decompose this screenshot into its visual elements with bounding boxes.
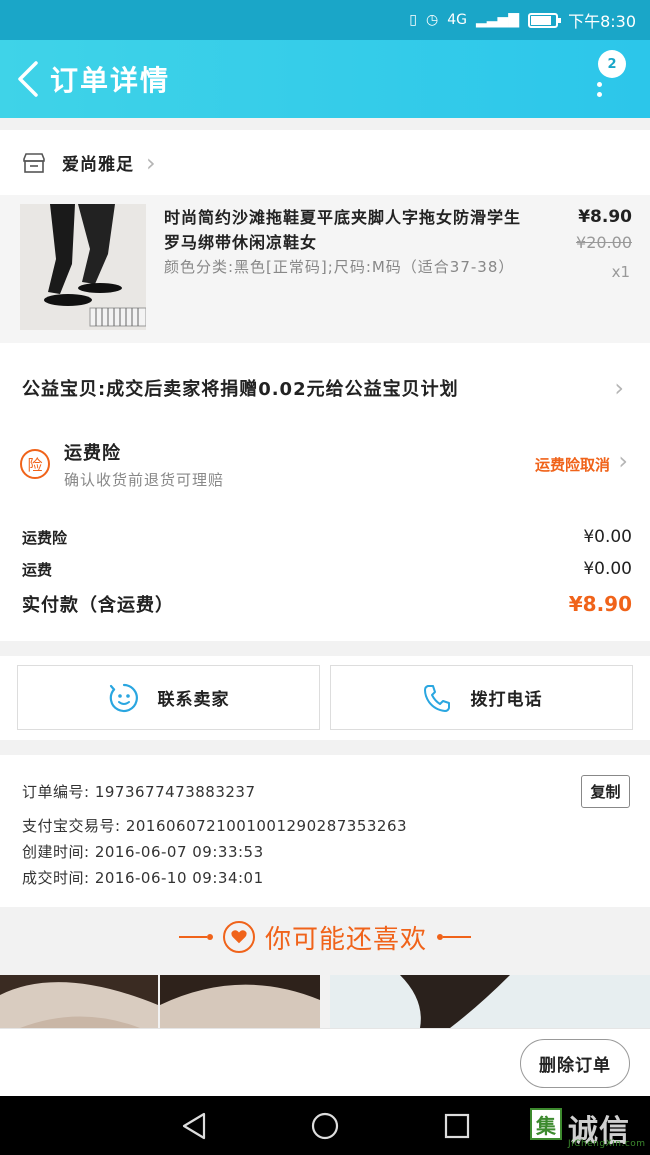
chat-face-icon [109, 683, 138, 712]
back-icon[interactable] [8, 59, 48, 99]
watermark: 集 诚信 JiChengXin.com [530, 1102, 648, 1150]
recommend-header: 你可能还喜欢 [0, 907, 650, 967]
system-nav-bar: 集 诚信 JiChengXin.com [0, 1096, 650, 1155]
recommend-item-image[interactable] [330, 975, 650, 1028]
notification-badge: 2 [598, 50, 626, 78]
divider-left [178, 934, 213, 940]
recommend-item-image[interactable] [160, 975, 320, 1028]
status-bar: ▯ ◷ 4G ▂▃▅▇ 下午8:30 [0, 0, 650, 40]
product-image [20, 204, 146, 330]
total-value: ¥8.90 [568, 592, 632, 616]
completed-time: 成交时间: 2016-06-10 09:34:01 [22, 869, 264, 887]
insurance-title: 运费险 [64, 443, 121, 464]
alarm-icon: ◷ [426, 12, 439, 28]
more-menu-button[interactable]: 2 [596, 48, 626, 110]
product-price: ¥8.90 [578, 207, 632, 227]
fee-row-insurance: 运费险 ¥0.00 [22, 527, 632, 548]
chevron-right-icon: › [146, 148, 156, 177]
product-item[interactable]: 时尚简约沙滩拖鞋夏平底夹脚人字拖女防滑学生罗马绑带休闲凉鞋女 颜色分类:黑色[正… [0, 195, 650, 343]
bottom-bar: 删除订单 [0, 1028, 650, 1096]
alipay-number: 支付宝交易号: 2016060721001001290287353263 [22, 817, 408, 835]
call-phone-label: 拨打电话 [470, 690, 543, 710]
chevron-right-icon: › [614, 374, 624, 402]
nav-recents-icon[interactable] [441, 1110, 473, 1142]
divider-right [437, 934, 471, 940]
clock: 下午8:30 [568, 12, 636, 31]
fee-label: 运费 [22, 561, 53, 579]
phone-icon [423, 684, 450, 712]
order-summary: 公益宝贝:成交后卖家将捐赠0.02元给公益宝贝计划 › 险 运费险 确认收货前退… [0, 343, 650, 641]
heart-icon [222, 921, 255, 953]
nav-back-icon[interactable] [178, 1110, 210, 1142]
insurance-subtitle: 确认收货前退货可理赔 [64, 471, 225, 489]
vibrate-icon: ▯ [409, 12, 417, 28]
created-time: 创建时间: 2016-06-07 09:33:53 [22, 843, 264, 861]
shop-name: 爱尚雅足 [62, 155, 134, 175]
fee-label: 运费险 [22, 529, 68, 547]
total-label: 实付款（含运费） [22, 595, 174, 616]
product-title: 时尚简约沙滩拖鞋夏平底夹脚人字拖女防滑学生罗马绑带休闲凉鞋女 [164, 208, 522, 252]
watermark-url: JiChengXin.com [568, 1139, 646, 1149]
page-title: 订单详情 [50, 64, 171, 97]
signal-icon: ▂▃▅▇ [475, 12, 520, 28]
app-header: 订单详情 2 [0, 40, 650, 118]
contact-seller-label: 联系卖家 [157, 690, 230, 710]
product-quantity: x1 [611, 263, 630, 281]
product-original-price: ¥20.00 [576, 233, 632, 252]
network-type: 4G [447, 12, 467, 28]
delete-order-button[interactable]: 删除订单 [520, 1039, 630, 1088]
battery-icon [528, 12, 562, 28]
shop-icon [23, 152, 45, 173]
charity-text: 公益宝贝:成交后卖家将捐赠0.02元给公益宝贝计划 [22, 379, 459, 400]
insurance-icon: 险 [20, 449, 50, 479]
action-buttons: 联系卖家 拨打电话 [0, 656, 650, 740]
order-info: 订单编号: 1973677473883237 复制 支付宝交易号: 201606… [0, 755, 650, 907]
fee-value: ¥0.00 [583, 559, 632, 579]
fee-row-shipping: 运费 ¥0.00 [22, 559, 632, 580]
recommend-list [0, 975, 650, 1028]
more-dots-icon [597, 82, 603, 102]
charity-row[interactable]: 公益宝贝:成交后卖家将捐赠0.02元给公益宝贝计划 › [0, 343, 650, 433]
contact-seller-button[interactable]: 联系卖家 [17, 665, 320, 730]
insurance-row[interactable]: 险 运费险 确认收货前退货可理赔 运费险取消 › [0, 433, 650, 503]
copy-button[interactable]: 复制 [581, 775, 630, 808]
recommend-item-image[interactable] [0, 975, 158, 1028]
order-number: 订单编号: 1973677473883237 [22, 783, 256, 801]
chevron-right-icon: › [618, 447, 628, 475]
fee-value: ¥0.00 [583, 527, 632, 547]
nav-home-icon[interactable] [309, 1110, 341, 1142]
call-phone-button[interactable]: 拨打电话 [330, 665, 633, 730]
product-spec: 颜色分类:黑色[正常码];尺码:M码（适合37-38） [164, 258, 515, 276]
recommend-title: 你可能还喜欢 [264, 924, 427, 955]
insurance-cancel-link[interactable]: 运费险取消 [535, 454, 610, 475]
shop-row[interactable]: 爱尚雅足 › [0, 130, 650, 195]
total-row: 实付款（含运费） ¥8.90 [22, 591, 632, 617]
watermark-logo: 集 [530, 1108, 562, 1140]
